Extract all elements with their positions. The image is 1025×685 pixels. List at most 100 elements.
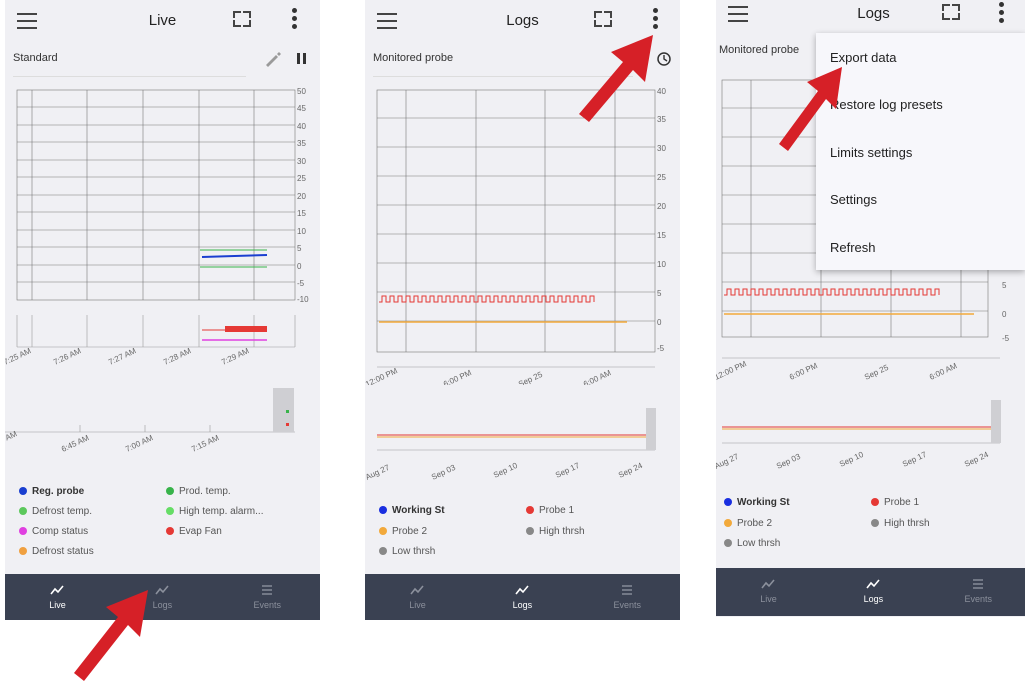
overview-tick: Sep 03 — [430, 463, 457, 482]
chart-grid — [16, 89, 296, 301]
annotation-arrow-icon — [779, 67, 842, 151]
menu-item-refresh[interactable]: Refresh — [830, 240, 876, 255]
legend-dot — [19, 547, 27, 555]
legend-dot — [19, 527, 27, 535]
legend-item[interactable]: Comp status — [19, 526, 88, 537]
tab-label: Logs — [152, 600, 173, 610]
monitored-probe-label: Monitored probe — [373, 52, 454, 64]
legend-label: Low thrsh — [392, 546, 436, 557]
legend-dot — [19, 487, 27, 495]
fullscreen-icon[interactable] — [594, 11, 612, 27]
legend-item[interactable]: High thrsh — [526, 526, 585, 537]
y-tick: 30 — [657, 144, 666, 153]
monitored-probe-label: Monitored probe — [719, 44, 800, 56]
y-tick: 20 — [657, 202, 666, 211]
fullscreen-icon[interactable] — [942, 4, 960, 20]
overflow-menu-icon[interactable] — [653, 8, 659, 32]
legend-item[interactable]: Defrost status — [19, 546, 94, 557]
legend-label: Working St — [392, 505, 445, 516]
tab-events[interactable]: Events — [215, 574, 320, 620]
live-screen: Live Standard 50 45 40 35 30 25 20 15 10… — [5, 0, 320, 620]
legend-item[interactable]: Working St — [724, 497, 790, 508]
legend-item[interactable]: Low thrsh — [379, 546, 435, 557]
tab-events[interactable]: Events — [926, 568, 1025, 616]
legend-item[interactable]: Probe 1 — [871, 497, 919, 508]
y-tick: 10 — [297, 227, 306, 236]
divider — [13, 76, 246, 77]
top-app-bar: Live — [5, 0, 320, 42]
legend-dot — [724, 539, 732, 547]
x-tick: 6:00 PM — [442, 368, 473, 385]
legend-item[interactable]: Evap Fan — [166, 526, 222, 537]
y-tick: 15 — [297, 209, 306, 218]
legend-item[interactable]: Probe 2 — [724, 518, 772, 529]
tab-logs[interactable]: Logs — [470, 574, 575, 620]
y-tick: 35 — [297, 139, 306, 148]
overflow-menu-icon[interactable] — [999, 2, 1005, 26]
legend-dot — [166, 527, 174, 535]
tab-events[interactable]: Events — [575, 574, 680, 620]
menu-item-restore-log-presets[interactable]: Restore log presets — [830, 97, 943, 112]
tab-label: Events — [964, 594, 992, 604]
trend-icon — [50, 585, 65, 595]
legend-item[interactable]: Working St — [379, 505, 445, 516]
legend-item[interactable]: Probe 1 — [526, 505, 574, 516]
tab-live[interactable]: Live — [365, 574, 470, 620]
legend-label: Working St — [737, 497, 790, 508]
menu-item-settings[interactable]: Settings — [830, 192, 877, 207]
legend-item[interactable]: High thrsh — [871, 518, 930, 529]
x-tick: Sep 25 — [517, 370, 544, 385]
trend-icon — [410, 585, 425, 595]
x-tick: 12:00 PM — [365, 366, 399, 385]
overview-tick: Sep 10 — [492, 461, 519, 480]
overview-tick: Sep 24 — [617, 461, 644, 480]
evap-fan-series — [225, 326, 267, 332]
tab-label: Events — [613, 600, 641, 610]
overview-tick: 7:15 AM — [190, 433, 221, 454]
y-tick: 40 — [297, 122, 306, 131]
legend-label: Probe 2 — [737, 518, 773, 529]
tab-live[interactable]: Live — [716, 568, 821, 616]
x-tick: 12:00 PM — [716, 359, 748, 382]
legend-label: High temp. alarm... — [179, 506, 264, 517]
trend-icon — [761, 579, 776, 589]
fullscreen-icon[interactable] — [233, 11, 251, 27]
y-tick: 20 — [297, 192, 306, 201]
legend-item[interactable]: Probe 2 — [379, 526, 427, 537]
y-tick: -5 — [1002, 334, 1010, 343]
legend-item[interactable]: Low thrsh — [724, 538, 780, 549]
x-tick: 7:26 AM — [52, 346, 83, 367]
legend-dot — [871, 498, 879, 506]
x-tick: 7:27 AM — [107, 346, 138, 367]
overview-window-handle[interactable] — [646, 408, 656, 450]
legend-dot — [526, 527, 534, 535]
tab-logs[interactable]: Logs — [821, 568, 926, 616]
top-app-bar: Logs — [716, 0, 1025, 34]
legend-dot — [526, 506, 534, 514]
edit-pencil-icon[interactable] — [263, 50, 281, 68]
legend-item[interactable]: Reg. probe — [19, 486, 84, 497]
y-tick: 25 — [297, 174, 306, 183]
overview-window-handle[interactable] — [273, 388, 294, 432]
legend-item[interactable]: Defrost temp. — [19, 506, 92, 517]
legend-item[interactable]: Prod. temp. — [166, 486, 231, 497]
trend-icon — [866, 579, 880, 589]
trend-icon — [155, 585, 169, 595]
live-chart: 50 45 40 35 30 25 20 15 10 5 0 -5 -10 7:… — [5, 87, 309, 367]
legend-label: Probe 1 — [539, 505, 575, 516]
overflow-menu-icon[interactable] — [292, 8, 298, 32]
y-tick: 0 — [297, 262, 302, 271]
tab-label: Events — [253, 600, 281, 610]
overview-window-handle[interactable] — [991, 400, 1001, 443]
y-tick: -5 — [297, 279, 305, 288]
legend-item[interactable]: High temp. alarm... — [166, 506, 263, 517]
x-tick: 6:00 AM — [928, 361, 959, 382]
legend-label: Reg. probe — [32, 486, 85, 497]
y-tick: 10 — [657, 260, 666, 269]
x-tick: Sep 25 — [863, 363, 890, 382]
y-tick: -5 — [657, 344, 665, 353]
legend-dot — [724, 519, 732, 527]
annotation-arrow-icon — [579, 35, 653, 122]
tab-label: Logs — [512, 600, 533, 610]
pause-icon[interactable] — [296, 52, 308, 66]
